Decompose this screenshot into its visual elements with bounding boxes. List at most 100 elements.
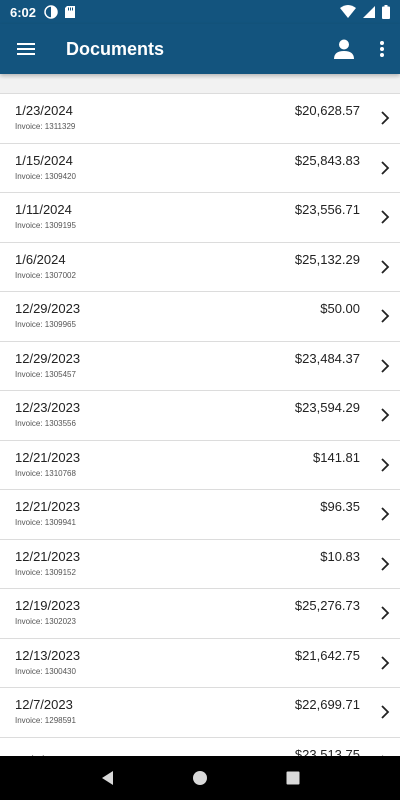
chevron-right-icon (370, 589, 400, 638)
document-date: 1/11/2024 (15, 202, 72, 218)
document-invoice-number: Invoice: 1310768 (15, 468, 76, 478)
chevron-right-icon (370, 639, 400, 688)
sd-card-icon (65, 6, 76, 18)
recents-button[interactable] (275, 760, 311, 796)
document-row[interactable]: 12/2/2023$23,513.75 (0, 736, 400, 757)
status-notification-icons (44, 5, 76, 19)
document-invoice-number: Invoice: 1311329 (15, 122, 76, 132)
document-row[interactable]: 12/7/2023 Invoice: 1298591 $22,699.71 (0, 687, 400, 737)
document-date: 12/23/2023 (15, 400, 81, 416)
document-invoice-number: Invoice: 1300430 (15, 666, 76, 676)
document-info: 12/29/2023 Invoice: 1309965 (15, 301, 320, 331)
documents-list[interactable]: 1/23/2024 Invoice: 1311329 $20,628.57 1/15/… (0, 93, 400, 756)
document-row[interactable]: 12/29/2023 Invoice: 1305457 $23,484.37 (0, 340, 400, 391)
document-invoice-number: Invoice: 1309941 (15, 518, 76, 528)
document-amount: $50.00 (320, 301, 360, 316)
document-invoice-number: Invoice: 1309195 (15, 221, 76, 231)
chevron-right-icon (370, 94, 400, 143)
signal-icon (363, 6, 375, 18)
document-info: 1/23/2024 Invoice: 1311329 (15, 103, 295, 133)
document-invoice-number: Invoice: 1309152 (15, 567, 76, 577)
document-row[interactable]: 12/21/2023 Invoice: 1309152 $10.83 (0, 538, 400, 589)
chevron-right-icon (370, 193, 400, 242)
more-options-button[interactable] (364, 24, 400, 74)
page-title: Documents (66, 38, 165, 59)
hamburger-menu-icon (17, 43, 35, 55)
document-row[interactable]: 12/21/2023 Invoice: 1309941 $96.35 (0, 489, 400, 539)
document-invoice-number: Invoice: 1309965 (15, 320, 76, 330)
home-circle-icon (192, 771, 207, 785)
more-vertical-icon (380, 41, 384, 57)
chevron-right-icon (370, 391, 400, 440)
document-row[interactable]: 12/19/2023 Invoice: 1302023 $25,276.73 (0, 588, 400, 638)
chevron-right-icon (370, 540, 400, 589)
document-amount: $25,276.73 (294, 598, 360, 613)
status-time: 6:02 (10, 4, 37, 20)
document-date: 12/21/2023 (15, 449, 81, 465)
document-date: 12/7/2023 (15, 697, 73, 713)
document-row[interactable]: 12/23/2023 Invoice: 1303556 $23,594.29 (0, 390, 400, 440)
document-row[interactable]: 1/6/2024 Invoice: 1307002 $25,132.29 (0, 241, 400, 292)
app-bar: Documents (0, 24, 400, 74)
home-button[interactable] (182, 760, 218, 796)
document-info: 12/7/2023 Invoice: 1298591 (15, 697, 295, 727)
document-amount: $25,132.29 (294, 251, 360, 267)
document-info: 12/21/2023 Invoice: 1309941 (15, 499, 320, 529)
document-row[interactable]: 12/13/2023 Invoice: 1300430 $21,642.75 (0, 637, 400, 688)
document-date: 1/15/2024 (15, 152, 73, 168)
document-date: 12/29/2023 (15, 350, 81, 366)
document-amount: $23,556.71 (294, 202, 360, 217)
document-info: 12/23/2023 Invoice: 1303556 (15, 400, 295, 430)
chevron-right-icon (370, 441, 400, 490)
document-info: 12/21/2023 Invoice: 1309152 (15, 549, 320, 579)
status-system-icons (340, 5, 390, 19)
document-amount: $23,484.37 (294, 350, 360, 366)
document-invoice-number: Invoice: 1307002 (15, 270, 76, 280)
document-date: 1/23/2024 (15, 103, 73, 119)
document-amount: $23,513.75 (294, 746, 360, 757)
document-invoice-number: Invoice: 1302023 (15, 617, 76, 627)
document-row[interactable]: 12/29/2023 Invoice: 1309965 $50.00 (0, 291, 400, 341)
document-amount: $25,843.83 (294, 152, 360, 168)
document-row[interactable]: 12/21/2023 Invoice: 1310768 $141.81 (0, 439, 400, 490)
document-date: 12/19/2023 (15, 598, 81, 614)
data-saver-icon (44, 5, 58, 19)
chevron-right-icon (370, 490, 400, 539)
back-triangle-icon (101, 771, 113, 785)
document-invoice-number: Invoice: 1298591 (15, 716, 76, 726)
chevron-right-icon (370, 688, 400, 737)
document-amount: $96.35 (320, 499, 360, 514)
document-amount: $22,699.71 (294, 697, 360, 712)
document-row[interactable]: 1/15/2024 Invoice: 1309420 $25,843.83 (0, 142, 400, 193)
document-info: 12/29/2023 Invoice: 1305457 (15, 351, 295, 381)
document-invoice-number: Invoice: 1305457 (15, 369, 76, 379)
document-amount: $20,628.57 (294, 103, 360, 118)
document-info: 12/13/2023 Invoice: 1300430 (15, 648, 295, 678)
document-info: 1/15/2024 Invoice: 1309420 (15, 153, 295, 183)
document-row[interactable]: 1/23/2024 Invoice: 1311329 $20,628.57 (0, 93, 400, 143)
chevron-right-icon (370, 738, 400, 756)
document-amount: $10.83 (320, 548, 360, 564)
account-button[interactable] (324, 24, 364, 74)
system-nav-bar (0, 756, 400, 800)
document-date: 1/6/2024 (15, 251, 66, 267)
menu-button[interactable] (0, 24, 52, 74)
document-info: 12/21/2023 Invoice: 1310768 (15, 450, 313, 480)
back-button[interactable] (89, 760, 125, 796)
document-invoice-number: Invoice: 1303556 (15, 419, 76, 429)
chevron-right-icon (370, 342, 400, 391)
chevron-right-icon (370, 243, 400, 292)
document-info: 1/6/2024 Invoice: 1307002 (15, 252, 295, 282)
document-date: 12/13/2023 (15, 647, 81, 663)
document-amount: $21,642.75 (294, 647, 360, 663)
document-date: 12/29/2023 (15, 301, 81, 317)
screen: 6:02 Documents 1/23/2024 Invoice: 1311329… (0, 0, 400, 800)
recents-square-icon (286, 771, 300, 785)
document-invoice-number: Invoice: 1309420 (15, 171, 76, 181)
battery-icon (382, 5, 390, 19)
document-row[interactable]: 1/11/2024 Invoice: 1309195 $23,556.71 (0, 192, 400, 242)
account-icon (334, 39, 354, 59)
document-date: 12/21/2023 (15, 499, 81, 515)
status-bar: 6:02 (0, 0, 400, 24)
chevron-right-icon (370, 144, 400, 193)
